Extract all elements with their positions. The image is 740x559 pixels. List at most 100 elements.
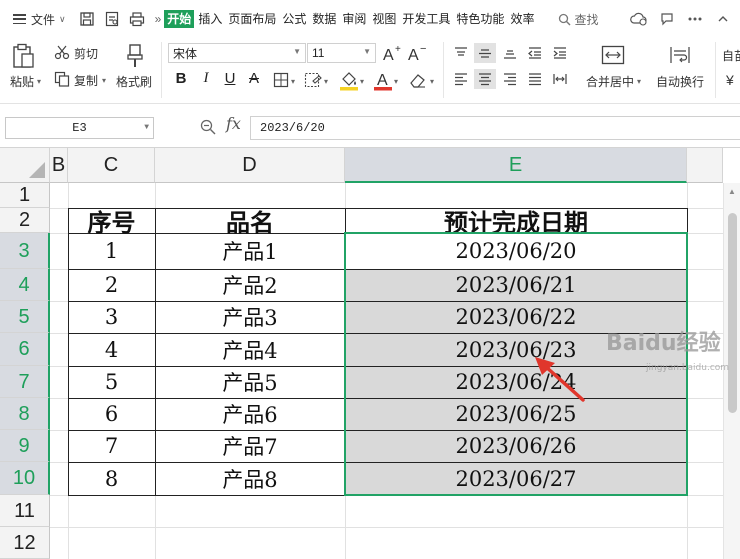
cell-serial-number[interactable]: 2 bbox=[68, 269, 155, 301]
align-right-button[interactable] bbox=[499, 69, 521, 89]
name-box[interactable]: E3 ▼ bbox=[5, 117, 154, 139]
cell-expected-date[interactable]: 2023/06/27 bbox=[345, 462, 687, 495]
cloud-sync-button[interactable] bbox=[628, 8, 650, 30]
cell-expected-date[interactable]: 2023/06/21 bbox=[345, 269, 687, 301]
row-header-2[interactable]: 2 bbox=[0, 208, 50, 233]
row-header-3[interactable]: 3 bbox=[0, 233, 50, 269]
cell-style-button[interactable] bbox=[304, 71, 322, 89]
row-header-10[interactable]: 10 bbox=[0, 462, 50, 495]
cell-expected-date[interactable]: 2023/06/20 bbox=[345, 233, 687, 269]
cell-serial-number[interactable]: 3 bbox=[68, 301, 155, 333]
increase-font-button[interactable]: A + bbox=[382, 43, 404, 63]
cell-product-name[interactable]: 产品3 bbox=[155, 301, 345, 333]
column-header-c[interactable]: C bbox=[68, 148, 155, 183]
align-middle-button[interactable] bbox=[474, 43, 496, 63]
row-header-8[interactable]: 8 bbox=[0, 398, 50, 430]
collaborate-button[interactable] bbox=[656, 8, 678, 30]
cell-product-name[interactable]: 产品2 bbox=[155, 269, 345, 301]
format-painter-button[interactable] bbox=[124, 43, 146, 69]
scrollbar-thumb[interactable] bbox=[728, 213, 737, 413]
currency-button[interactable]: ¥ bbox=[726, 72, 734, 88]
italic-button[interactable]: I bbox=[196, 70, 216, 87]
tab-efficiency[interactable]: 效率 bbox=[508, 10, 536, 28]
clear-format-button[interactable] bbox=[408, 71, 428, 89]
search-box[interactable]: 查找 bbox=[558, 11, 598, 28]
file-menu[interactable]: 文件 ∨ bbox=[0, 0, 66, 38]
tab-formulas[interactable]: 公式 bbox=[280, 10, 308, 28]
merge-center-button[interactable] bbox=[600, 43, 626, 67]
row-header-6[interactable]: 6 bbox=[0, 333, 50, 366]
row-header-7[interactable]: 7 bbox=[0, 366, 50, 398]
borders-dropdown-icon[interactable]: ▾ bbox=[291, 77, 295, 86]
row-header-5[interactable]: 5 bbox=[0, 301, 50, 333]
decrease-indent-button[interactable] bbox=[524, 43, 546, 63]
cell-serial-number[interactable]: 5 bbox=[68, 366, 155, 398]
align-center-button[interactable] bbox=[474, 69, 496, 89]
export-pdf-button[interactable] bbox=[101, 8, 123, 30]
cell-serial-number[interactable]: 8 bbox=[68, 462, 155, 495]
print-button[interactable] bbox=[126, 8, 148, 30]
row-header-4[interactable]: 4 bbox=[0, 269, 50, 301]
row-header-1[interactable]: 1 bbox=[0, 183, 50, 208]
tab-view[interactable]: 视图 bbox=[370, 10, 398, 28]
collapse-ribbon-button[interactable] bbox=[712, 8, 734, 30]
column-header-d[interactable]: D bbox=[155, 148, 345, 183]
more-options-button[interactable] bbox=[684, 8, 706, 30]
cell-product-name[interactable]: 产品1 bbox=[155, 233, 345, 269]
merge-dropdown-icon[interactable]: ▾ bbox=[637, 77, 641, 86]
tab-special-features[interactable]: 特色功能 bbox=[454, 10, 506, 28]
wrap-text-button[interactable] bbox=[668, 43, 692, 67]
distributed-align-button[interactable] bbox=[549, 69, 571, 89]
table-header-cell[interactable]: 预计完成日期 bbox=[345, 208, 687, 237]
increase-indent-button[interactable] bbox=[549, 43, 571, 63]
row-header-9[interactable]: 9 bbox=[0, 430, 50, 462]
font-size-select[interactable]: 11 ▼ bbox=[307, 43, 376, 63]
paste-dropdown-icon[interactable]: ▾ bbox=[37, 77, 41, 86]
align-top-button[interactable] bbox=[450, 43, 472, 63]
cell-product-name[interactable]: 产品5 bbox=[155, 366, 345, 398]
column-header-b[interactable]: B bbox=[50, 148, 68, 183]
cell-expected-date[interactable]: 2023/06/26 bbox=[345, 430, 687, 462]
cell-product-name[interactable]: 产品8 bbox=[155, 462, 345, 495]
borders-button[interactable] bbox=[272, 71, 290, 89]
decrease-font-button[interactable]: A − bbox=[407, 43, 429, 63]
tab-data[interactable]: 数据 bbox=[310, 10, 338, 28]
tab-insert[interactable]: 插入 bbox=[196, 10, 224, 28]
paste-button[interactable] bbox=[10, 43, 36, 69]
tab-developer[interactable]: 开发工具 bbox=[400, 10, 452, 28]
zoom-cell-button[interactable] bbox=[200, 119, 216, 138]
formula-input[interactable]: 2023/6/20 bbox=[250, 116, 740, 140]
underline-button[interactable]: U bbox=[220, 70, 240, 87]
bold-button[interactable]: B bbox=[171, 70, 191, 87]
cell-product-name[interactable]: 产品6 bbox=[155, 398, 345, 430]
copy-button[interactable]: 复制 bbox=[74, 72, 98, 89]
cell-expected-date[interactable]: 2023/06/25 bbox=[345, 398, 687, 430]
clear-format-dropdown-icon[interactable]: ▾ bbox=[430, 77, 434, 86]
cell-serial-number[interactable]: 4 bbox=[68, 333, 155, 366]
tab-review[interactable]: 审阅 bbox=[340, 10, 368, 28]
font-color-dropdown-icon[interactable]: ▾ bbox=[394, 77, 398, 86]
cell-product-name[interactable]: 产品4 bbox=[155, 333, 345, 366]
fill-color-button[interactable] bbox=[339, 69, 359, 91]
insert-function-button[interactable]: fx bbox=[226, 114, 241, 133]
align-bottom-button[interactable] bbox=[499, 43, 521, 63]
cell-serial-number[interactable]: 1 bbox=[68, 233, 155, 269]
justify-button[interactable] bbox=[524, 69, 546, 89]
align-left-button[interactable] bbox=[450, 69, 472, 89]
number-format-select[interactable]: 自苗 bbox=[722, 47, 740, 64]
tab-home[interactable]: 开始 bbox=[164, 10, 195, 28]
scroll-up-icon[interactable]: ▲ bbox=[728, 187, 736, 196]
fill-color-dropdown-icon[interactable]: ▾ bbox=[360, 77, 364, 86]
cell-serial-number[interactable]: 6 bbox=[68, 398, 155, 430]
table-header-cell[interactable]: 品名 bbox=[155, 208, 345, 237]
row-header-12[interactable]: 12 bbox=[0, 527, 50, 559]
cell-serial-number[interactable]: 7 bbox=[68, 430, 155, 462]
column-header-e[interactable]: E bbox=[345, 148, 687, 183]
font-color-button[interactable]: A bbox=[373, 69, 393, 91]
font-name-select[interactable]: 宋体 ▼ bbox=[168, 43, 306, 63]
tab-page-layout[interactable]: 页面布局 bbox=[226, 10, 278, 28]
more-tools-icon[interactable]: » bbox=[155, 12, 162, 26]
select-all-corner[interactable] bbox=[0, 148, 50, 183]
copy-dropdown-icon[interactable]: ▾ bbox=[102, 76, 106, 85]
cell-product-name[interactable]: 产品7 bbox=[155, 430, 345, 462]
